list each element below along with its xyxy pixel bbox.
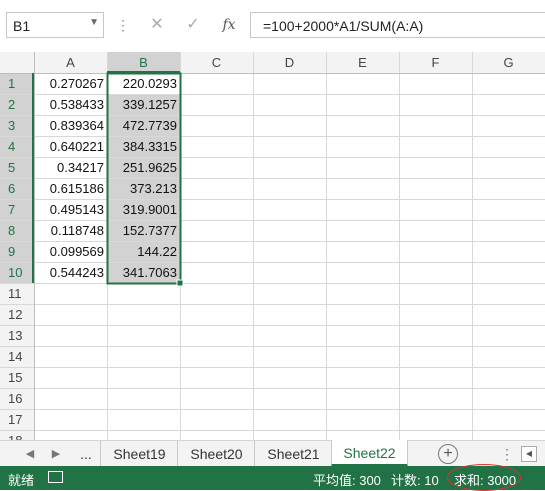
column-header-g[interactable]: G: [472, 52, 545, 73]
scroll-left-icon[interactable]: ◀: [521, 446, 537, 462]
column-header-a[interactable]: A: [34, 52, 107, 73]
formula-text: =100+2000*A1/SUM(A:A): [263, 18, 424, 34]
cell-b8[interactable]: 152.7377: [107, 220, 180, 241]
column-header-c[interactable]: C: [180, 52, 253, 73]
ready-status: 就绪: [8, 473, 35, 488]
tab-sheet20[interactable]: Sheet20: [177, 441, 255, 467]
tab-sheet22[interactable]: Sheet22: [331, 440, 408, 467]
prev-sheet-icon[interactable]: ◀: [22, 441, 38, 467]
column-header-e[interactable]: E: [326, 52, 399, 73]
row-header-14[interactable]: 14: [0, 346, 34, 367]
row-header-17[interactable]: 17: [0, 409, 34, 430]
row-header-7[interactable]: 7: [0, 199, 34, 220]
cell-a4[interactable]: 0.640221: [34, 136, 107, 157]
cell-a7[interactable]: 0.495143: [34, 199, 107, 220]
sheet-tab-bar: ◀ ▶ ... Sheet19 Sheet20 Sheet21 Sheet22 …: [0, 440, 545, 467]
cancel-icon[interactable]: ✕: [142, 12, 172, 38]
cell-a3[interactable]: 0.839364: [34, 115, 107, 136]
next-sheet-icon[interactable]: ▶: [48, 441, 64, 467]
cell-a8[interactable]: 0.118748: [34, 220, 107, 241]
formula-bar-grip-icon: ⋮: [116, 17, 130, 33]
tab-sheet19[interactable]: Sheet19: [100, 441, 178, 467]
count-value: 计数: 10: [391, 473, 439, 488]
cell-a6[interactable]: 0.615186: [34, 178, 107, 199]
tab-sheet21[interactable]: Sheet21: [254, 441, 332, 467]
cell-b6[interactable]: 373.213: [107, 178, 180, 199]
row-header-9[interactable]: 9: [0, 241, 34, 262]
enter-icon[interactable]: ✓: [178, 12, 208, 38]
cell-b9[interactable]: 144.22: [107, 241, 180, 262]
fx-label: fx: [222, 17, 236, 33]
formula-bar: B1 ▼ ⋮ ✕ ✓ fx =100+2000*A1/SUM(A:A): [0, 0, 545, 52]
more-sheets-button[interactable]: ...: [74, 441, 98, 467]
cell-b2[interactable]: 339.1257: [107, 94, 180, 115]
row-header-10[interactable]: 10: [0, 262, 34, 283]
cell-b7[interactable]: 319.9001: [107, 199, 180, 220]
cell-a5[interactable]: 0.34217: [34, 157, 107, 178]
name-box[interactable]: B1 ▼: [6, 12, 104, 38]
cell-b1[interactable]: 220.0293: [107, 73, 180, 94]
formula-buttons: ✕ ✓ fx: [138, 12, 246, 38]
cell-a9[interactable]: 0.099569: [34, 241, 107, 262]
cell-a2[interactable]: 0.538433: [34, 94, 107, 115]
cell-b3[interactable]: 472.7739: [107, 115, 180, 136]
formula-input[interactable]: =100+2000*A1/SUM(A:A): [250, 12, 545, 38]
row-header-6[interactable]: 6: [0, 178, 34, 199]
name-box-dropdown-icon[interactable]: ▼: [89, 17, 99, 28]
cell-a1[interactable]: 0.270267: [34, 73, 107, 94]
row-header-8[interactable]: 8: [0, 220, 34, 241]
row-header-11[interactable]: 11: [0, 283, 34, 304]
column-header-b[interactable]: B: [107, 52, 180, 73]
row-header-12[interactable]: 12: [0, 304, 34, 325]
column-header-f[interactable]: F: [399, 52, 472, 73]
row-header-18[interactable]: 18: [0, 430, 34, 440]
cell-b10[interactable]: 341.7063: [107, 262, 180, 283]
status-bar: 就绪 平均值: 300 计数: 10 求和: 3000: [0, 464, 545, 491]
spreadsheet-grid[interactable]: ABCDEFG1234567891011121314151617180.2702…: [0, 52, 545, 440]
row-header-2[interactable]: 2: [0, 94, 34, 115]
insert-function-icon[interactable]: fx: [214, 12, 244, 38]
cell-a10[interactable]: 0.544243: [34, 262, 107, 283]
row-header-1[interactable]: 1: [0, 73, 34, 94]
sum-highlight-circle: [447, 464, 521, 491]
row-header-3[interactable]: 3: [0, 115, 34, 136]
average-value: 平均值: 300: [313, 473, 381, 488]
cell-b5[interactable]: 251.9625: [107, 157, 180, 178]
row-header-4[interactable]: 4: [0, 136, 34, 157]
column-header-d[interactable]: D: [253, 52, 326, 73]
row-header-5[interactable]: 5: [0, 157, 34, 178]
macro-record-icon[interactable]: [48, 471, 63, 483]
add-sheet-icon[interactable]: +: [438, 444, 458, 464]
tab-splitter-icon[interactable]: ⋮: [500, 441, 514, 467]
row-header-13[interactable]: 13: [0, 325, 34, 346]
cell-b4[interactable]: 384.3315: [107, 136, 180, 157]
row-header-16[interactable]: 16: [0, 388, 34, 409]
row-header-15[interactable]: 15: [0, 367, 34, 388]
name-box-value: B1: [13, 18, 31, 34]
